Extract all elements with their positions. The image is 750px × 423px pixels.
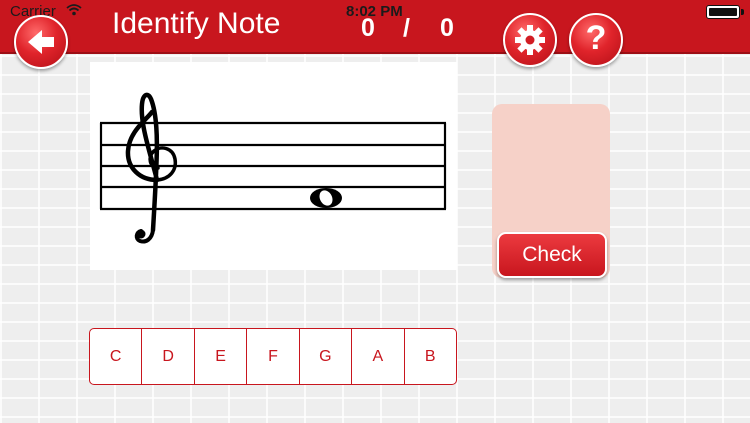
gear-icon <box>515 25 545 55</box>
help-button[interactable]: ? <box>569 13 623 67</box>
score-separator: / <box>403 14 410 42</box>
note-button-c[interactable]: C <box>90 329 143 384</box>
check-button[interactable]: Check <box>497 232 607 278</box>
note-button-d[interactable]: D <box>142 329 195 384</box>
note-button-row: C D E F G A B <box>89 328 457 385</box>
score-total: 0 <box>440 14 454 42</box>
note-button-b[interactable]: B <box>405 329 456 384</box>
note-button-a[interactable]: A <box>352 329 405 384</box>
note-button-e[interactable]: E <box>195 329 248 384</box>
score-correct: 0 <box>361 14 375 42</box>
battery-icon <box>706 5 744 19</box>
whole-note <box>310 188 342 208</box>
back-button[interactable] <box>14 15 68 69</box>
treble-clef-icon <box>125 92 178 244</box>
note-button-f[interactable]: F <box>247 329 300 384</box>
settings-button[interactable] <box>503 13 557 67</box>
music-staff <box>99 92 447 244</box>
app-header: Carrier 8:02 PM Identify Note 0 / 0 ? <box>0 0 750 69</box>
page-title: Identify Note <box>112 7 281 40</box>
help-icon: ? <box>585 19 607 57</box>
staff-card <box>90 62 457 270</box>
wifi-icon <box>66 4 82 16</box>
note-button-g[interactable]: G <box>300 329 353 384</box>
back-arrow-icon <box>28 30 54 54</box>
